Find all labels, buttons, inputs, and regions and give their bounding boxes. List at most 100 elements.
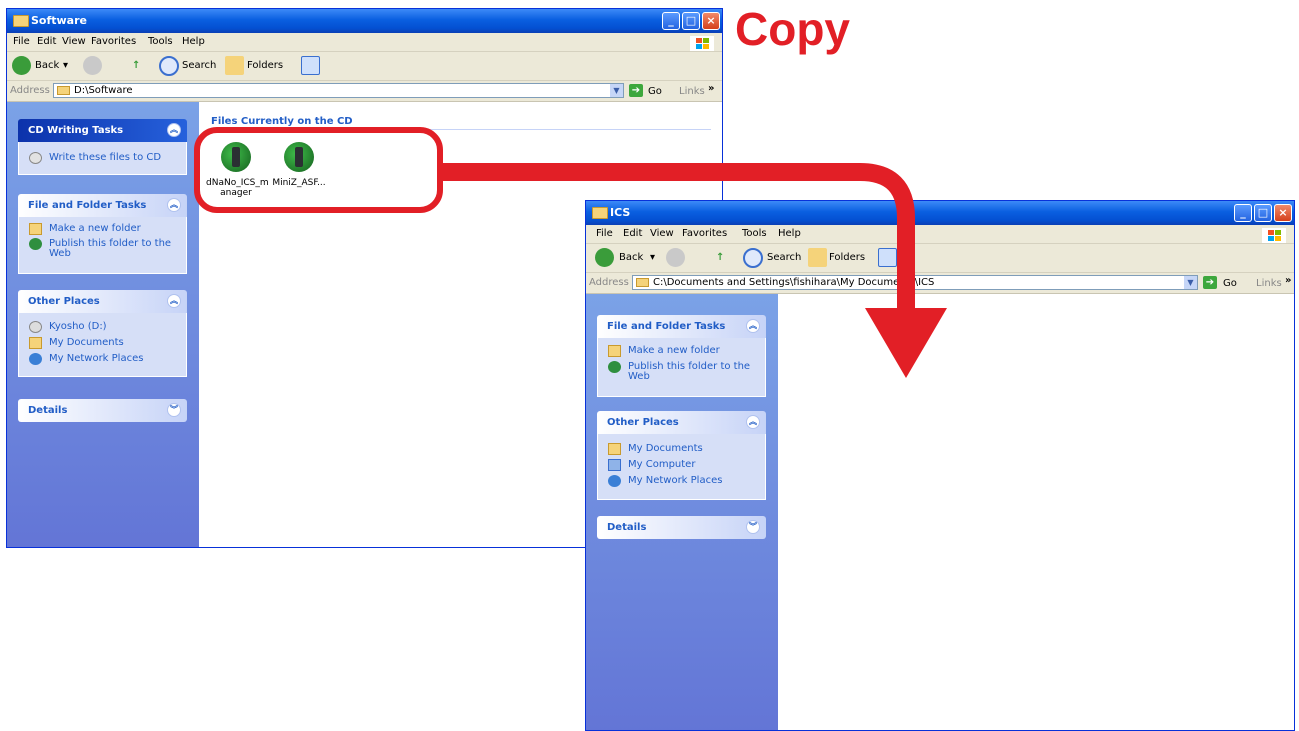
menu-bar: File Edit View Favorites Tools Help — [7, 33, 722, 52]
application-icon — [221, 142, 251, 172]
menu-edit[interactable]: Edit — [623, 228, 642, 239]
other-places-panel: Other Places ︽ Kyosho (D:) My Documents … — [18, 290, 187, 377]
menu-help[interactable]: Help — [182, 36, 205, 47]
details-panel: Details ︾ — [597, 516, 766, 539]
forward-arrow-icon[interactable] — [83, 56, 102, 75]
links-more-icon[interactable]: » — [1285, 275, 1291, 286]
task-label-cont: Web — [49, 248, 71, 259]
my-computer-icon — [608, 459, 621, 471]
task-label: Write these files to CD — [49, 152, 162, 163]
collapse-chevron-icon[interactable]: ︽ — [167, 294, 181, 308]
place-label: My Computer — [628, 459, 696, 470]
file-miniz-asf[interactable]: MiniZ_ASF... — [269, 142, 329, 188]
search-icon[interactable] — [743, 248, 763, 268]
panel-title: CD Writing Tasks — [28, 125, 124, 136]
maximize-button[interactable]: □ — [1254, 204, 1272, 222]
menu-view[interactable]: View — [62, 36, 86, 47]
file-list-area[interactable] — [778, 294, 1294, 730]
task-pane: File and Folder Tasks ︽ Make a new folde… — [586, 294, 778, 730]
links-more-icon[interactable]: » — [708, 83, 714, 94]
folders-icon[interactable] — [225, 56, 244, 75]
back-arrow-icon[interactable] — [12, 56, 31, 75]
menu-edit[interactable]: Edit — [37, 36, 56, 47]
back-dropdown-icon[interactable]: ▾ — [650, 252, 655, 263]
ics-window: ICS _ □ × File Edit View Favorites Tools… — [585, 200, 1295, 731]
window-title: Software — [31, 14, 87, 27]
address-field[interactable]: D:\Software ▼ — [53, 83, 624, 98]
back-button[interactable]: Back — [619, 252, 643, 263]
file-label-cont: anager — [220, 188, 252, 198]
folders-button[interactable]: Folders — [829, 252, 865, 263]
application-icon — [284, 142, 314, 172]
menu-help[interactable]: Help — [778, 228, 801, 239]
go-arrow-icon[interactable]: ➔ — [1203, 276, 1217, 289]
panel-title: Details — [607, 522, 647, 533]
collapse-chevron-icon[interactable]: ︽ — [746, 415, 760, 429]
links-button[interactable]: Links — [1256, 278, 1282, 289]
links-button[interactable]: Links — [679, 86, 705, 97]
expand-chevron-icon[interactable]: ︾ — [746, 520, 760, 534]
search-button[interactable]: Search — [767, 252, 801, 263]
menu-favorites[interactable]: Favorites — [682, 228, 727, 239]
menu-file[interactable]: File — [596, 228, 613, 239]
menu-file[interactable]: File — [13, 36, 30, 47]
address-field[interactable]: C:\Documents and Settings\fishihara\My D… — [632, 275, 1198, 290]
panel-title: Other Places — [28, 296, 100, 307]
panel-header[interactable]: Other Places ︽ — [597, 411, 766, 434]
expand-chevron-icon[interactable]: ︾ — [167, 403, 181, 417]
details-panel: Details ︾ — [18, 399, 187, 422]
folder-icon — [592, 207, 608, 219]
menu-tools[interactable]: Tools — [742, 228, 767, 239]
back-dropdown-icon[interactable]: ▾ — [63, 60, 68, 71]
go-arrow-icon[interactable]: ➔ — [629, 84, 643, 97]
panel-header[interactable]: File and Folder Tasks ︽ — [18, 194, 187, 217]
back-arrow-icon[interactable] — [595, 248, 614, 267]
close-button[interactable]: × — [1274, 204, 1292, 222]
network-icon — [29, 353, 42, 365]
place-label: My Network Places — [49, 353, 144, 364]
close-button[interactable]: × — [702, 12, 720, 30]
place-label: Kyosho (D:) — [49, 321, 107, 332]
windows-logo-icon — [690, 36, 714, 51]
folders-button[interactable]: Folders — [247, 60, 283, 71]
panel-body: My Documents My Computer My Network Plac… — [597, 434, 766, 500]
panel-body: Make a new folder Publish this folder to… — [597, 338, 766, 397]
maximize-button[interactable]: □ — [682, 12, 700, 30]
search-button[interactable]: Search — [182, 60, 216, 71]
collapse-chevron-icon[interactable]: ︽ — [746, 319, 760, 333]
menu-tools[interactable]: Tools — [148, 36, 173, 47]
go-button[interactable]: Go — [648, 86, 662, 97]
title-bar[interactable]: Software _ □ × — [7, 9, 722, 33]
file-dnano-ics-manager[interactable]: dNaNo_ICS_m anager — [206, 142, 269, 198]
minimize-button[interactable]: _ — [1234, 204, 1252, 222]
panel-header[interactable]: Details ︾ — [597, 516, 766, 539]
window-title: ICS — [610, 206, 631, 219]
views-icon[interactable] — [301, 56, 320, 75]
panel-header[interactable]: Other Places ︽ — [18, 290, 187, 313]
menu-view[interactable]: View — [650, 228, 674, 239]
folders-icon[interactable] — [808, 248, 827, 267]
collapse-chevron-icon[interactable]: ︽ — [167, 198, 181, 212]
other-places-panel: Other Places ︽ My Documents My Computer … — [597, 411, 766, 500]
folder-icon — [57, 86, 70, 95]
up-folder-icon[interactable]: ↑ — [132, 60, 140, 71]
forward-arrow-icon[interactable] — [666, 248, 685, 267]
back-button[interactable]: Back — [35, 60, 59, 71]
up-folder-icon[interactable]: ↑ — [716, 252, 724, 263]
collapse-chevron-icon[interactable]: ︽ — [167, 123, 181, 137]
panel-title: Other Places — [607, 417, 679, 428]
views-icon[interactable] — [878, 248, 897, 267]
panel-header[interactable]: Details ︾ — [18, 399, 187, 422]
address-dropdown-icon[interactable]: ▼ — [610, 84, 623, 97]
go-button[interactable]: Go — [1223, 278, 1237, 289]
panel-title: File and Folder Tasks — [28, 200, 147, 211]
search-icon[interactable] — [159, 56, 179, 76]
minimize-button[interactable]: _ — [662, 12, 680, 30]
address-dropdown-icon[interactable]: ▼ — [1184, 276, 1197, 289]
menu-favorites[interactable]: Favorites — [91, 36, 136, 47]
network-icon — [608, 475, 621, 487]
panel-header[interactable]: File and Folder Tasks ︽ — [597, 315, 766, 338]
title-bar[interactable]: ICS _ □ × — [586, 201, 1294, 225]
panel-header[interactable]: CD Writing Tasks ︽ — [18, 119, 187, 142]
place-label: My Documents — [49, 337, 124, 348]
